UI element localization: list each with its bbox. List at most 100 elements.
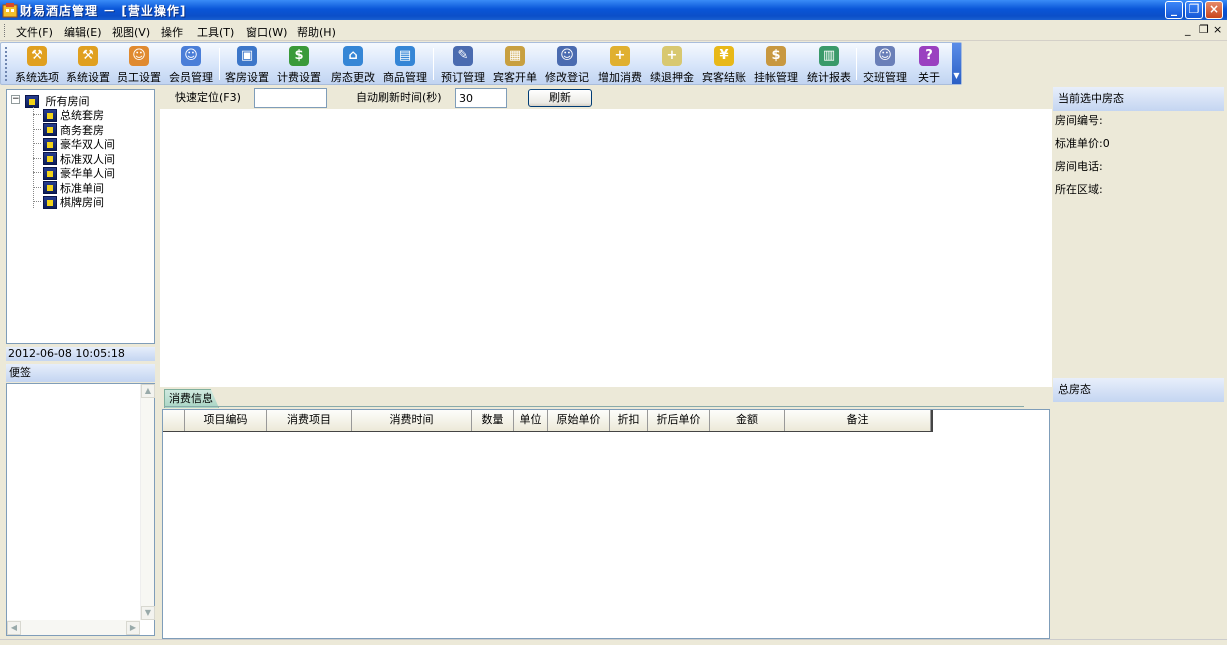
notes-textarea[interactable]: ▲ ▼ ◀ ▶ bbox=[6, 383, 155, 636]
menu-operation[interactable]: 操作 bbox=[161, 24, 183, 40]
tree-item-room-type[interactable]: 豪华双人间 bbox=[33, 136, 115, 151]
refresh-button[interactable]: 刷新 bbox=[528, 89, 592, 107]
quick-locate-input[interactable] bbox=[254, 88, 327, 108]
toolbar-button-label: 宾客开单 bbox=[493, 71, 537, 84]
room-status-panel: 当前选中房态 房间编号: 标准单价:0 房间电话: 所在区域: 总房态 bbox=[1052, 86, 1227, 642]
tree-item-label: 标准单间 bbox=[60, 181, 104, 195]
title-bar: 财易酒店管理 － [营业操作] _ ❐ × bbox=[0, 0, 1227, 20]
toolbar-grip bbox=[5, 47, 8, 81]
tree-root-all-rooms[interactable]: − 所有房间 bbox=[11, 93, 90, 108]
restore-button[interactable]: ❐ bbox=[1185, 1, 1203, 19]
scroll-down-icon[interactable]: ▼ bbox=[141, 606, 155, 620]
toolbar-button-14[interactable]: ¥ 宾客结账 bbox=[701, 46, 747, 84]
toolbar-button-1[interactable]: ⚒ 系统选项 bbox=[15, 46, 59, 84]
minimize-button[interactable]: _ bbox=[1165, 1, 1183, 19]
quick-locate-label: 快速定位(F3) bbox=[175, 91, 241, 104]
tree-item-label: 豪华单人间 bbox=[60, 167, 115, 180]
notes-vertical-scrollbar[interactable]: ▲ ▼ bbox=[140, 384, 155, 620]
toolbar-button-label: 修改登记 bbox=[545, 71, 589, 84]
room-folder-icon bbox=[43, 181, 57, 194]
column-header-discounted-price[interactable]: 折后单价 bbox=[648, 410, 710, 431]
scroll-left-icon[interactable]: ◀ bbox=[7, 621, 21, 635]
column-header-remarks[interactable]: 备注 bbox=[785, 410, 931, 431]
toolbar-button-label: 增加消费 bbox=[598, 71, 642, 84]
tree-item-room-type[interactable]: 豪华单人间 bbox=[33, 165, 115, 180]
toolbar-button-18[interactable]: ? 关于 bbox=[917, 46, 941, 84]
house-icon: ⌂ bbox=[343, 46, 363, 66]
toolbar-button-2[interactable]: ⚒ 系统设置 bbox=[66, 46, 110, 84]
toolbar-button-10[interactable]: ▦ 宾客开单 bbox=[493, 46, 537, 84]
menu-edit[interactable]: 编辑(E) bbox=[64, 24, 102, 40]
tree-item-room-type[interactable]: 标准双人间 bbox=[33, 151, 115, 166]
toolbar-button-7[interactable]: ⌂ 房态更改 bbox=[330, 46, 376, 84]
toolbar-overflow-icon[interactable]: ▼ bbox=[952, 43, 961, 84]
tree-item-room-type[interactable]: 商务套房 bbox=[33, 122, 104, 137]
status-bar bbox=[0, 639, 1227, 645]
toolbar-button-label: 房态更改 bbox=[331, 71, 375, 84]
menu-help[interactable]: 帮助(H) bbox=[297, 24, 336, 40]
toolbar-button-label: 会员管理 bbox=[169, 71, 213, 84]
column-header-original-price[interactable]: 原始单价 bbox=[548, 410, 610, 431]
toolbar-button-8[interactable]: ▤ 商品管理 bbox=[382, 46, 428, 84]
toolbar-button-4[interactable]: ☺ 会员管理 bbox=[169, 46, 213, 84]
user-edit-icon: ☺ bbox=[557, 46, 577, 66]
tree-collapse-icon[interactable]: − bbox=[11, 95, 20, 104]
toolbar-button-13[interactable]: + 续退押金 bbox=[649, 46, 695, 84]
toolbar-separator bbox=[856, 48, 857, 80]
tree-item-label: 标准双人间 bbox=[60, 152, 115, 166]
toolbar-separator bbox=[433, 48, 434, 80]
menu-grip bbox=[4, 24, 7, 37]
column-header-discount[interactable]: 折扣 bbox=[610, 410, 648, 431]
room-folder-icon bbox=[43, 108, 57, 122]
yen-icon: ¥ bbox=[714, 46, 734, 66]
column-header-quantity[interactable]: 数量 bbox=[472, 410, 514, 431]
tree-connector bbox=[33, 143, 41, 144]
toolbar-button-5[interactable]: ▣ 客房设置 bbox=[225, 46, 269, 84]
column-header-amount[interactable]: 金额 bbox=[710, 410, 785, 431]
toolbar-button-label: 计费设置 bbox=[277, 71, 321, 84]
tree-connector bbox=[33, 186, 41, 188]
toolbar-button-16[interactable]: ▥ 统计报表 bbox=[806, 46, 852, 84]
scroll-right-icon[interactable]: ▶ bbox=[126, 621, 140, 635]
menu-view[interactable]: 视图(V) bbox=[112, 24, 150, 40]
toolbar-button-12[interactable]: + 增加消费 bbox=[597, 46, 643, 84]
room-phone-field: 房间电话: bbox=[1055, 160, 1103, 173]
auto-refresh-label: 自动刷新时间(秒) bbox=[356, 91, 442, 104]
tab-divider bbox=[164, 406, 1024, 407]
toolbar-button-3[interactable]: ☺ 员工设置 bbox=[117, 46, 161, 84]
menu-window[interactable]: 窗口(W) bbox=[246, 24, 287, 40]
notes-horizontal-scrollbar[interactable]: ◀ ▶ bbox=[7, 620, 140, 635]
mdi-close-button[interactable]: × bbox=[1213, 23, 1222, 36]
column-header-row-indicator[interactable] bbox=[163, 410, 185, 431]
menu-tools[interactable]: 工具(T) bbox=[197, 24, 234, 40]
close-button[interactable]: × bbox=[1205, 1, 1223, 19]
add-cost-icon: + bbox=[610, 46, 630, 66]
tree-item-room-type[interactable]: 总统套房 bbox=[33, 107, 104, 122]
menu-file[interactable]: 文件(F) bbox=[16, 24, 53, 40]
auto-refresh-input[interactable] bbox=[455, 88, 507, 108]
column-header-unit[interactable]: 单位 bbox=[514, 410, 548, 431]
scroll-up-icon[interactable]: ▲ bbox=[141, 384, 155, 398]
mdi-restore-button[interactable]: ❐ bbox=[1199, 23, 1209, 36]
column-header-consumption-item[interactable]: 消费项目 bbox=[267, 410, 352, 431]
toolbar-button-9[interactable]: ✎ 预订管理 bbox=[441, 46, 485, 84]
toolbar-separator bbox=[219, 48, 220, 80]
room-status-area[interactable] bbox=[160, 109, 1052, 387]
toolbar-button-15[interactable]: $ 挂帐管理 bbox=[753, 46, 799, 84]
person-icon: ☺ bbox=[129, 46, 149, 66]
tree-item-label: 棋牌房间 bbox=[60, 196, 104, 209]
toolbar-button-label: 系统设置 bbox=[66, 71, 110, 84]
filter-bar: 快速定位(F3) 自动刷新时间(秒) 刷新 bbox=[160, 86, 1052, 109]
column-header-item-code[interactable]: 项目编码 bbox=[185, 410, 267, 431]
room-tree: − 所有房间 总统套房 商务套房 豪华双人间 标准双人间 豪华单人间 标准单间 棋牌房间 bbox=[6, 89, 155, 344]
tree-item-room-type[interactable]: 标准单间 bbox=[33, 180, 104, 195]
tree-item-room-type[interactable]: 棋牌房间 bbox=[33, 194, 104, 209]
room-folder-icon bbox=[43, 152, 57, 165]
toolbar-button-17[interactable]: ☺ 交班管理 bbox=[862, 46, 908, 84]
mdi-minimize-button[interactable]: _ bbox=[1185, 23, 1191, 36]
consumption-grid[interactable]: 项目编码 消费项目 消费时间 数量 单位 原始单价 折扣 折后单价 金额 备注 bbox=[162, 409, 1050, 639]
toolbar-button-6[interactable]: $ 计费设置 bbox=[277, 46, 321, 84]
total-room-status-header: 总房态 bbox=[1053, 378, 1224, 402]
toolbar-button-11[interactable]: ☺ 修改登记 bbox=[544, 46, 590, 84]
column-header-consumption-time[interactable]: 消费时间 bbox=[352, 410, 472, 431]
